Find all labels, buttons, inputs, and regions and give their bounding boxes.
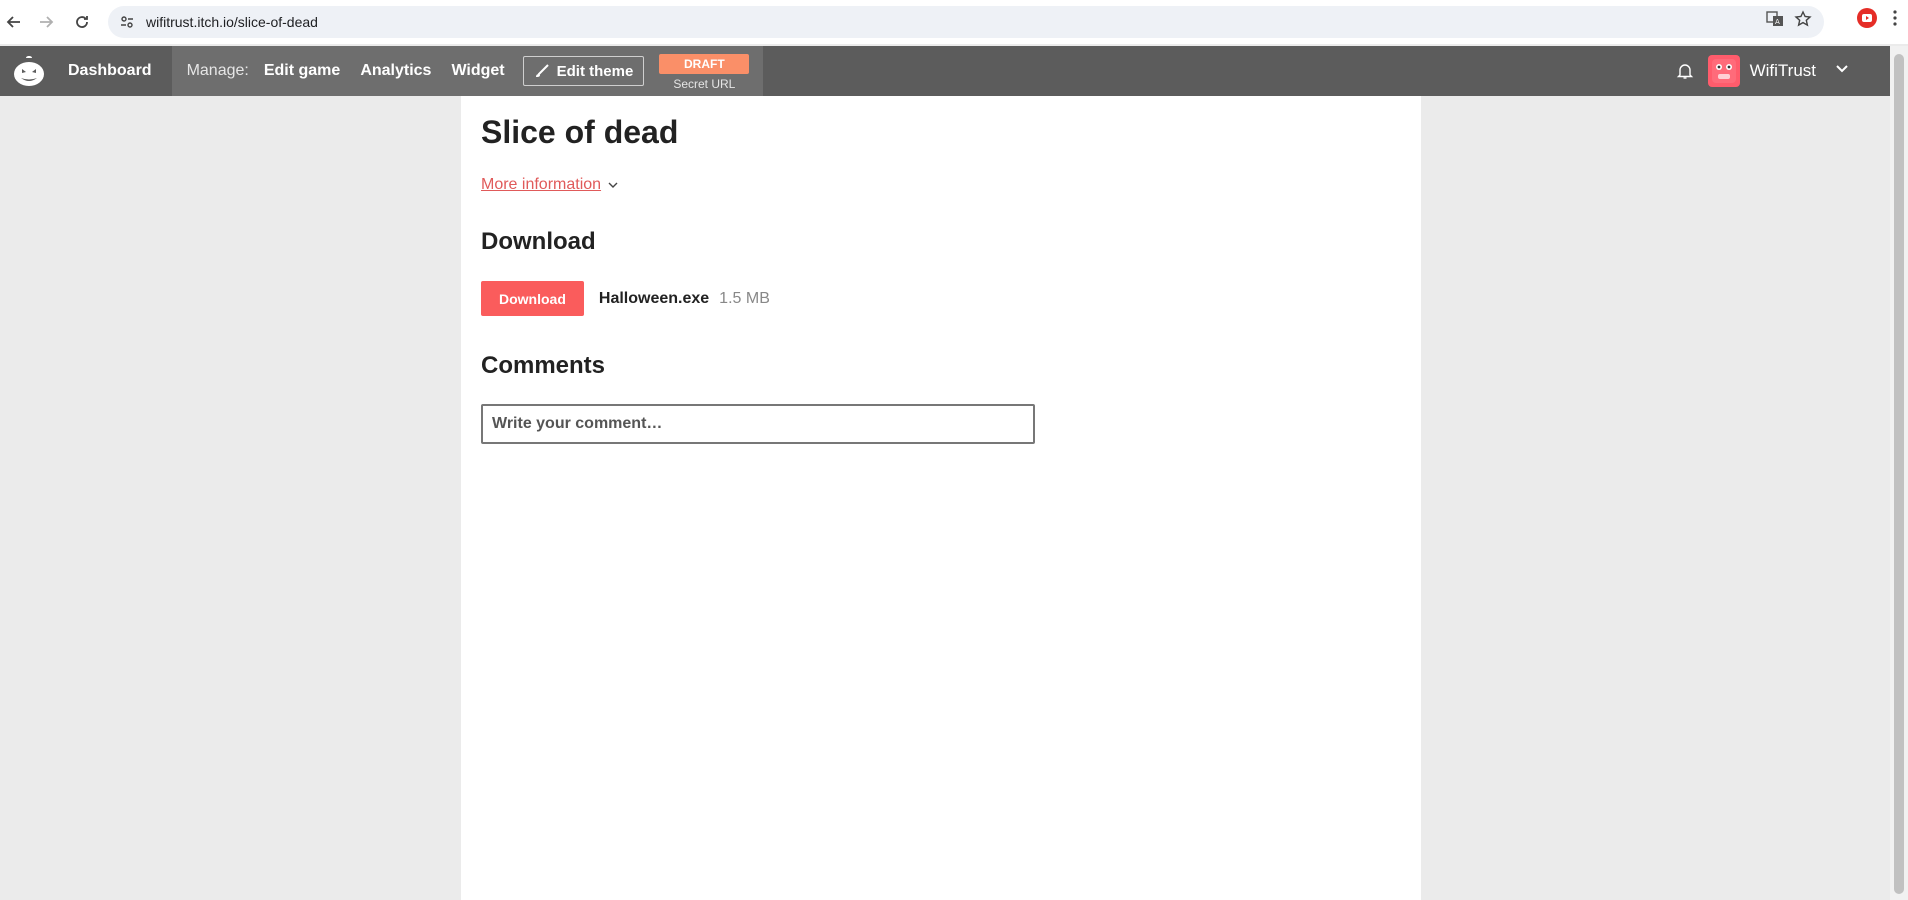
back-arrow-icon — [6, 16, 20, 28]
manage-menu: Manage: Edit game Analytics Widget Edit … — [171, 46, 764, 96]
scrollbar-thumb[interactable] — [1894, 54, 1904, 894]
comment-field[interactable] — [481, 404, 1035, 444]
game-page: Slice of dead More information Download … — [461, 96, 1421, 900]
analytics-link[interactable]: Analytics — [360, 62, 431, 80]
dashboard-link[interactable]: Dashboard — [68, 46, 172, 96]
comment-input[interactable] — [492, 415, 1033, 433]
page-scrollbar[interactable] — [1890, 46, 1908, 900]
reload-icon — [76, 16, 88, 28]
url-text[interactable]: wifitrust.itch.io/slice-of-dead — [146, 14, 318, 30]
edit-theme-label: Edit theme — [556, 62, 634, 80]
forward-button[interactable] — [32, 8, 60, 36]
username[interactable]: WifiTrust — [1750, 61, 1816, 81]
translate-icon[interactable]: A — [1766, 10, 1784, 33]
page-title: Slice of dead — [481, 114, 679, 150]
notification-bell-icon[interactable] — [1676, 62, 1694, 80]
widget-link[interactable]: Widget — [451, 62, 504, 80]
browser-toolbar: wifitrust.itch.io/slice-of-dead A — [0, 0, 1908, 44]
itch-logo-icon[interactable] — [0, 46, 58, 96]
draft-badge: DRAFT — [659, 53, 750, 74]
more-information-label: More information — [481, 176, 602, 193]
chevron-down-icon — [607, 179, 619, 191]
site-info-icon[interactable] — [112, 7, 142, 37]
file-name: Halloween.exe — [598, 289, 710, 307]
forward-arrow-icon — [40, 16, 54, 28]
download-row: Download Halloween.exe 1.5 MB — [481, 281, 770, 316]
brush-icon — [535, 64, 549, 77]
avatar[interactable] — [1707, 55, 1740, 87]
reload-button[interactable] — [68, 8, 96, 36]
svg-text:A: A — [1775, 18, 1780, 26]
youtube-extension-icon[interactable] — [1856, 7, 1878, 34]
edit-theme-button[interactable]: Edit theme — [522, 56, 645, 86]
address-bar[interactable]: wifitrust.itch.io/slice-of-dead A — [108, 6, 1824, 38]
secret-url-link[interactable]: Secret URL — [673, 77, 735, 91]
manage-label: Manage: — [186, 62, 249, 79]
back-button[interactable] — [0, 8, 28, 36]
edit-game-link[interactable]: Edit game — [264, 62, 340, 80]
download-button[interactable]: Download — [481, 281, 584, 316]
browser-menu-icon[interactable] — [1892, 9, 1898, 32]
itch-top-bar: Dashboard Manage: Edit game Analytics Wi… — [0, 46, 1890, 96]
more-information-link[interactable]: More information — [481, 176, 619, 194]
download-heading: Download — [481, 228, 596, 255]
draft-status: DRAFT Secret URL — [659, 53, 750, 91]
file-size: 1.5 MB — [719, 289, 770, 307]
comments-heading: Comments — [481, 352, 606, 379]
chevron-down-icon[interactable] — [1834, 61, 1850, 82]
bookmark-star-icon[interactable] — [1794, 10, 1812, 33]
